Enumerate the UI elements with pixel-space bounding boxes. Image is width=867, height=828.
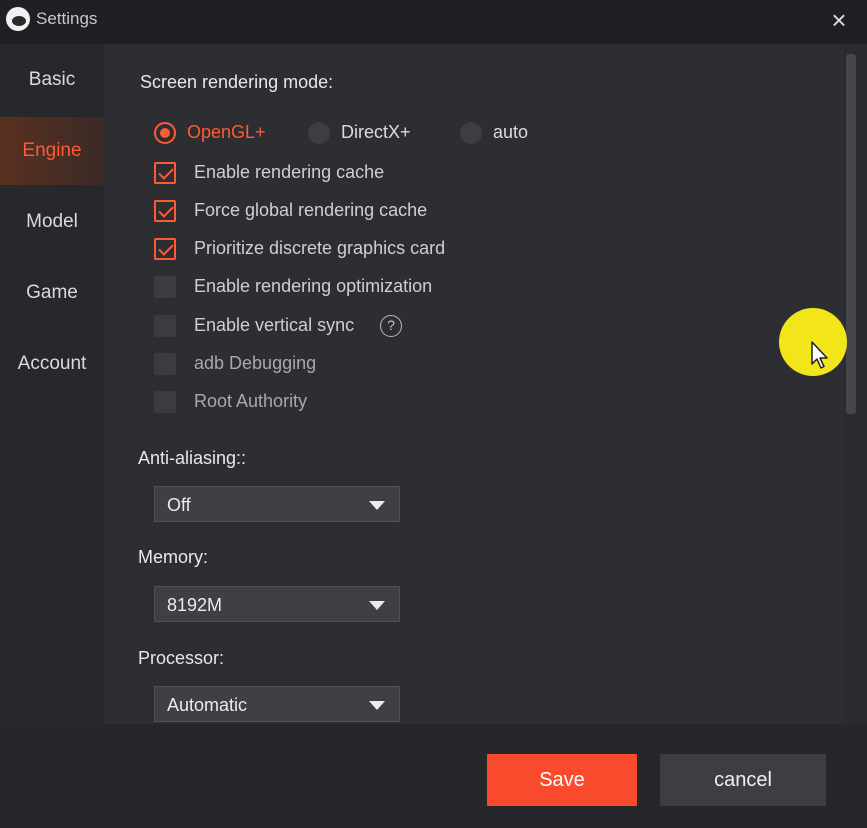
- sidebar-item-engine[interactable]: Engine: [0, 117, 104, 185]
- checkbox-label: Enable vertical sync: [194, 315, 355, 335]
- checkbox-label: Force global rendering cache: [194, 200, 428, 220]
- checkbox-label: Prioritize discrete graphics card: [194, 238, 446, 258]
- checkbox-box: [154, 276, 176, 298]
- checkbox-prioritize-discrete-gpu[interactable]: Prioritize discrete graphics card: [154, 237, 654, 261]
- select-value: Off: [167, 495, 191, 515]
- help-icon[interactable]: ?: [380, 315, 402, 337]
- dialog-footer: Save cancel: [0, 724, 867, 828]
- sidebar-item-basic[interactable]: Basic: [0, 46, 104, 114]
- checkbox-adb-debugging[interactable]: adb Debugging: [154, 352, 654, 376]
- content-scrollbar[interactable]: [846, 54, 856, 414]
- select-value: Automatic: [167, 695, 248, 715]
- mouse-pointer-icon: [811, 341, 828, 369]
- settings-sidebar: Basic Engine Model Game Account: [0, 44, 104, 724]
- radio-dot: [308, 122, 330, 144]
- window-title: Settings: [36, 9, 98, 28]
- radio-dot: [154, 122, 176, 144]
- checkbox-label: Enable rendering optimization: [194, 276, 433, 296]
- close-icon[interactable]: ×: [826, 7, 852, 34]
- chevron-down-icon: [369, 701, 385, 710]
- memory-select[interactable]: 8192M: [154, 586, 400, 622]
- save-button[interactable]: Save: [487, 754, 637, 806]
- sidebar-item-game[interactable]: Game: [0, 259, 104, 327]
- cancel-button[interactable]: cancel: [660, 754, 826, 806]
- sidebar-item-model[interactable]: Model: [0, 188, 104, 256]
- checkbox-enable-rendering-cache[interactable]: Enable rendering cache: [154, 161, 654, 185]
- select-value: 8192M: [167, 595, 223, 615]
- anti-aliasing-select[interactable]: Off: [154, 486, 400, 522]
- engine-settings-panel: Screen rendering mode: OpenGL+ DirectX+ …: [104, 44, 844, 724]
- checkbox-box: [154, 238, 176, 260]
- sidebar-item-account[interactable]: Account: [0, 330, 104, 398]
- radio-label: OpenGL+: [187, 122, 266, 142]
- memory-label: Memory:: [138, 547, 209, 567]
- checkbox-enable-rendering-optimization[interactable]: Enable rendering optimization: [154, 275, 654, 299]
- checkbox-box: [154, 353, 176, 375]
- app-logo-icon: [6, 7, 30, 31]
- checkbox-root-authority[interactable]: Root Authority: [154, 390, 654, 414]
- checkbox-label: Root Authority: [194, 391, 308, 411]
- checkbox-box: [154, 162, 176, 184]
- checkbox-label: Enable rendering cache: [194, 162, 385, 182]
- rendering-mode-label: Screen rendering mode:: [140, 72, 334, 92]
- checkbox-box: [154, 200, 176, 222]
- chevron-down-icon: [369, 601, 385, 610]
- checkbox-box: [154, 391, 176, 413]
- radio-label: auto: [493, 122, 529, 142]
- radio-label: DirectX+: [341, 122, 411, 142]
- checkbox-label: adb Debugging: [194, 353, 317, 373]
- checkbox-enable-vertical-sync[interactable]: Enable vertical sync ?: [154, 314, 654, 338]
- title-bar: Settings ×: [0, 0, 867, 44]
- checkbox-force-global-rendering-cache[interactable]: Force global rendering cache: [154, 199, 654, 223]
- radio-dot: [460, 122, 482, 144]
- processor-label: Processor:: [138, 648, 225, 668]
- processor-select[interactable]: Automatic: [154, 686, 400, 722]
- checkbox-box: [154, 315, 176, 337]
- chevron-down-icon: [369, 501, 385, 510]
- anti-aliasing-label: Anti-aliasing::: [138, 448, 247, 468]
